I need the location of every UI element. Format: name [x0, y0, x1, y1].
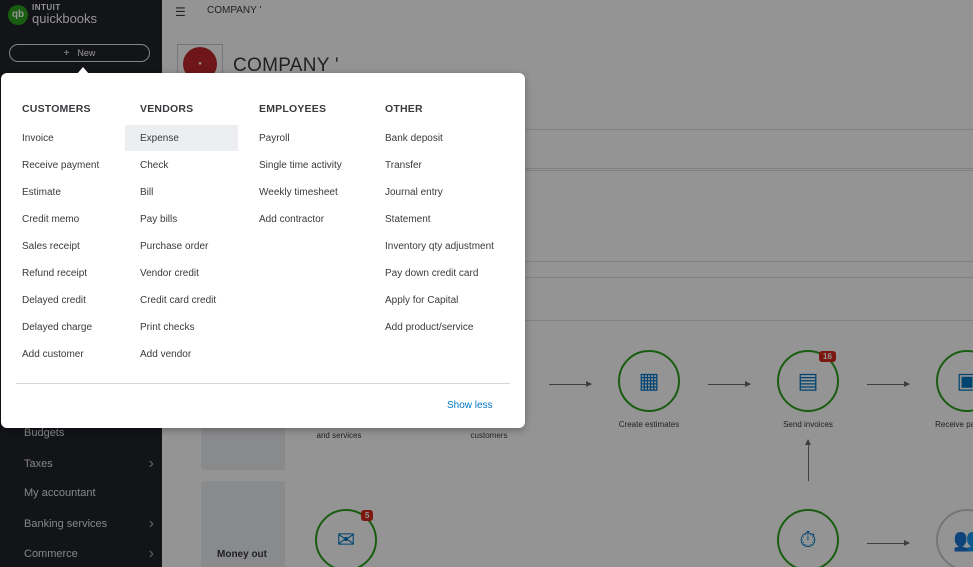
menu-item-add-product-service[interactable]: Add product/service [370, 314, 473, 340]
menu-item-check[interactable]: Check [125, 152, 168, 178]
dropdown-caret [77, 67, 89, 74]
employees-heading: EMPLOYEES [259, 103, 327, 115]
menu-item-payroll[interactable]: Payroll [244, 125, 290, 151]
menu-item-print-checks[interactable]: Print checks [125, 314, 194, 340]
other-heading: OTHER [385, 103, 423, 115]
menu-item-sales-receipt[interactable]: Sales receipt [7, 233, 80, 259]
menu-item-purchase-order[interactable]: Purchase order [125, 233, 208, 259]
vendors-heading: VENDORS [140, 103, 194, 115]
menu-divider [16, 383, 510, 384]
menu-item-statement[interactable]: Statement [370, 206, 431, 232]
menu-item-receive-payment[interactable]: Receive payment [7, 152, 99, 178]
menu-item-delayed-charge[interactable]: Delayed charge [7, 314, 92, 340]
customers-heading: CUSTOMERS [22, 103, 91, 115]
menu-item-delayed-credit[interactable]: Delayed credit [7, 287, 86, 313]
menu-item-estimate[interactable]: Estimate [7, 179, 61, 205]
menu-item-single-time-activity[interactable]: Single time activity [244, 152, 342, 178]
menu-item-bill[interactable]: Bill [125, 179, 153, 205]
menu-item-pay-down-credit-card[interactable]: Pay down credit card [370, 260, 478, 286]
menu-item-weekly-timesheet[interactable]: Weekly timesheet [244, 179, 338, 205]
menu-item-add-contractor[interactable]: Add contractor [244, 206, 324, 232]
menu-item-credit-memo[interactable]: Credit memo [7, 206, 79, 232]
show-less-link[interactable]: Show less [447, 400, 493, 411]
menu-item-inventory-qty-adjustment[interactable]: Inventory qty adjustment [370, 233, 494, 259]
menu-item-apply-for-capital[interactable]: Apply for Capital [370, 287, 458, 313]
menu-item-transfer[interactable]: Transfer [370, 152, 422, 178]
menu-item-vendor-credit[interactable]: Vendor credit [125, 260, 199, 286]
menu-item-journal-entry[interactable]: Journal entry [370, 179, 443, 205]
menu-item-pay-bills[interactable]: Pay bills [125, 206, 177, 232]
menu-item-bank-deposit[interactable]: Bank deposit [370, 125, 443, 151]
menu-item-add-customer[interactable]: Add customer [7, 341, 84, 367]
menu-item-refund-receipt[interactable]: Refund receipt [7, 260, 87, 286]
menu-item-invoice[interactable]: Invoice [7, 125, 54, 151]
menu-item-add-vendor[interactable]: Add vendor [125, 341, 191, 367]
menu-item-credit-card-credit[interactable]: Credit card credit [125, 287, 216, 313]
menu-item-expense[interactable]: Expense [125, 125, 238, 151]
new-menu-dropdown: CUSTOMERS Invoice Receive payment Estima… [1, 73, 525, 428]
